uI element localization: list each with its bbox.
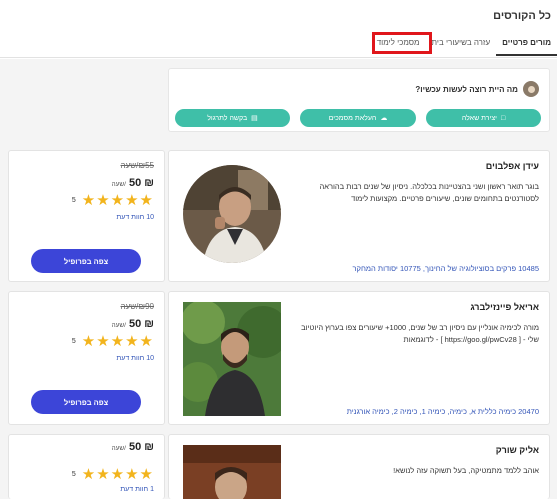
- teacher-pricing-card: ₪55/שעה ₪ 50 /שעה ★★★★★ 5 10 חוות דעת צפ…: [8, 150, 165, 282]
- teacher-description: מורה לכימיה אונליין עם ניסיון רב של שנים…: [301, 323, 539, 344]
- teacher-photo-image: [183, 302, 281, 416]
- rating-row: ★★★★★ 5: [72, 467, 154, 482]
- action-prompt-card: מה היית רוצה לעשות עכשיו? □ יצירת שאלה ☁…: [168, 68, 550, 132]
- tab-study-documents[interactable]: מסמכי לימוד: [371, 34, 426, 56]
- price-unit: /שעה: [111, 445, 126, 452]
- star-rating-icon: ★★★★★: [81, 466, 154, 483]
- create-question-button[interactable]: □ יצירת שאלה: [426, 109, 541, 127]
- old-price: ₪90/שעה: [120, 302, 155, 311]
- price: ₪ 50: [128, 177, 154, 189]
- tab-private-teachers[interactable]: מורים פרטיים: [496, 34, 557, 56]
- teacher-card[interactable]: אליק שורק אוהב ללמד מתמטיקה, בעל תשוקה ע…: [168, 434, 550, 499]
- chat-icon: □: [500, 114, 506, 122]
- view-profile-button[interactable]: צפה בפרופיל: [31, 249, 141, 273]
- practice-request-label: בקשה לתרגול: [207, 114, 248, 122]
- upload-documents-button[interactable]: ☁ העלאת מסמכים: [300, 109, 416, 127]
- teacher-photo-image: [183, 165, 281, 263]
- upload-documents-label: העלאת מסמכים: [328, 114, 377, 122]
- teacher-name[interactable]: עידן אפלבוים: [486, 161, 539, 171]
- teacher-name[interactable]: אליק שורק: [496, 445, 539, 455]
- rating-count: 5: [71, 338, 76, 345]
- rating-count: 5: [71, 471, 76, 478]
- old-price: ₪55/שעה: [120, 161, 155, 170]
- teacher-photo-image: [183, 445, 281, 499]
- upload-cloud-icon: ☁: [380, 114, 388, 122]
- rating-count: 5: [71, 197, 76, 204]
- price-unit: /שעה: [111, 322, 126, 329]
- view-profile-button[interactable]: צפה בפרופיל: [31, 390, 141, 414]
- practice-request-button[interactable]: ▤ בקשה לתרגול: [175, 109, 290, 127]
- price-row: ₪ 50 /שעה: [112, 441, 155, 453]
- top-bar: כל הקורסים מורים פרטיים עזרה בשיעורי בית…: [0, 0, 557, 58]
- reviews-link[interactable]: 10 חוות דעת: [116, 355, 154, 362]
- reviews-link[interactable]: 10 חוות דעת: [116, 214, 154, 221]
- teacher-photo: [183, 445, 281, 499]
- teacher-pricing-card: ₪ 50 /שעה ★★★★★ 5 1 חוות דעת: [8, 434, 165, 499]
- tab-homework-help[interactable]: עזרה בשיעורי בית: [426, 34, 497, 56]
- teacher-subjects[interactable]: 10485 פרקים בסוציולוגיה של החינוך, 10775…: [353, 264, 539, 273]
- price-unit: /שעה: [111, 181, 126, 188]
- star-rating-icon: ★★★★★: [81, 192, 154, 209]
- teacher-description: בוגר תואר ראשון ושני בהצטיינות בכלכלה. נ…: [319, 182, 540, 203]
- teacher-card[interactable]: עידן אפלבוים בוגר תואר ראשון ושני בהצטיי…: [168, 150, 550, 282]
- create-question-label: יצירת שאלה: [461, 114, 497, 122]
- user-avatar: [523, 81, 539, 97]
- price-row: ₪ 50 /שעה: [112, 318, 155, 330]
- teacher-description: אוהב ללמד מתמטיקה, בעל תשוקה עזה לנושא!: [393, 466, 539, 475]
- teacher-name[interactable]: אריאל פיינזילברג: [470, 302, 539, 312]
- star-rating-icon: ★★★★★: [81, 333, 154, 350]
- prompt-question: מה היית רוצה לעשות עכשיו?: [415, 84, 518, 94]
- rating-row: ★★★★★ 5: [72, 334, 154, 349]
- rating-row: ★★★★★ 5: [72, 193, 154, 208]
- teacher-subjects[interactable]: 20470 כימיה כללית א, כימיה, כימיה 1, כימ…: [347, 407, 539, 416]
- teacher-pricing-card: ₪90/שעה ₪ 50 /שעה ★★★★★ 5 10 חוות דעת צפ…: [8, 291, 165, 425]
- reviews-link[interactable]: 1 חוות דעת: [120, 486, 154, 493]
- page-title: כל הקורסים: [493, 10, 551, 22]
- tab-bar: מורים פרטיים עזרה בשיעורי בית מסמכי לימו…: [371, 34, 557, 56]
- document-icon: ▤: [251, 114, 258, 122]
- teacher-card[interactable]: אריאל פיינזילברג מורה לכימיה אונליין עם …: [168, 291, 550, 425]
- price-row: ₪ 50 /שעה: [112, 177, 155, 189]
- price: ₪ 50: [128, 318, 154, 330]
- prompt-header: מה היית רוצה לעשות עכשיו?: [415, 81, 539, 97]
- teacher-photo: [183, 165, 281, 263]
- price: ₪ 50: [128, 441, 154, 453]
- teacher-photo: [183, 302, 281, 416]
